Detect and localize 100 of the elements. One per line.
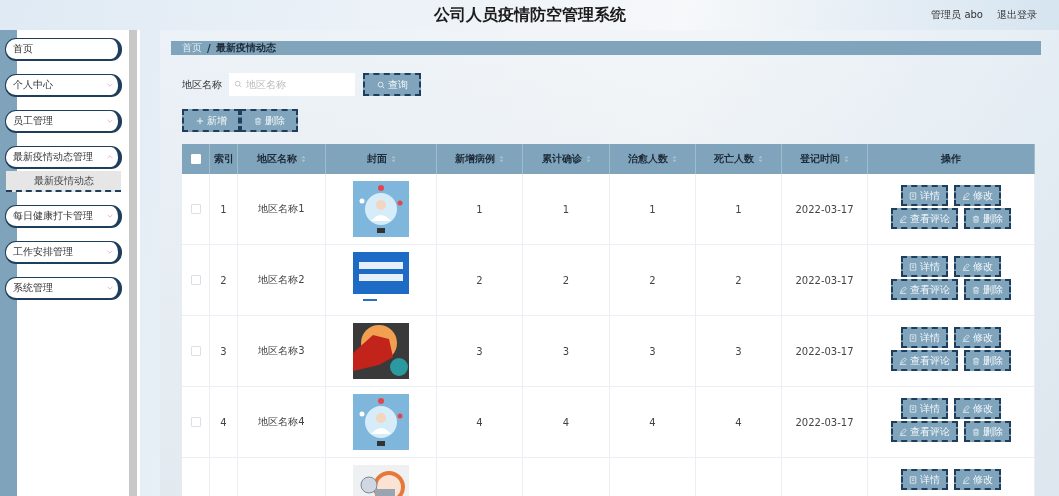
table-cell: 2 xyxy=(476,274,483,286)
action-button[interactable]: 修改 xyxy=(954,185,1001,206)
column-header[interactable]: 地区名称 xyxy=(238,144,326,174)
table-cell: 3 xyxy=(476,345,483,357)
action-button[interactable]: 查看评论 xyxy=(891,208,958,229)
checkbox[interactable] xyxy=(190,417,201,427)
table-cell: 3 xyxy=(220,345,227,357)
trash-icon xyxy=(253,116,262,125)
sort-icon[interactable] xyxy=(390,155,396,163)
column-header[interactable]: 死亡人数 xyxy=(696,144,782,174)
table-cell: 2022-03-17 xyxy=(795,416,854,428)
table-cell: 1 xyxy=(562,203,570,215)
column-header: 索引 xyxy=(210,144,238,174)
submenu-item[interactable]: 最新疫情动态 xyxy=(6,171,121,192)
table-cell: 1 xyxy=(476,203,483,215)
table-cell: 地区名称3 xyxy=(258,344,305,358)
action-button[interactable]: 修改 xyxy=(954,469,1001,490)
scrollbar[interactable] xyxy=(129,30,137,496)
action-button[interactable]: 详情 xyxy=(901,398,948,419)
sidebar-item[interactable]: 个人中心 xyxy=(5,74,122,97)
delete-button[interactable]: 删除 xyxy=(240,109,298,132)
action-button[interactable]: 删除 xyxy=(964,208,1011,229)
action-button[interactable]: 删除 xyxy=(964,421,1011,442)
sort-icon[interactable] xyxy=(844,155,849,163)
table-cell: 地区名称1 xyxy=(258,202,305,216)
action-button[interactable]: 删除 xyxy=(964,279,1011,300)
table-cell: 2 xyxy=(649,274,656,286)
sidebar-item[interactable]: 系统管理 xyxy=(5,277,122,300)
trash-icon xyxy=(972,214,980,223)
pencil-icon xyxy=(899,214,907,223)
sidebar-item[interactable]: 员工管理 xyxy=(5,110,122,133)
action-button[interactable]: 修改 xyxy=(954,398,1001,419)
search-field[interactable]: 地区名称 xyxy=(229,73,355,96)
search-icon xyxy=(234,80,242,88)
pencil-icon xyxy=(899,285,907,294)
checkbox[interactable] xyxy=(190,275,201,285)
document-icon xyxy=(909,262,917,271)
table-cell: 3 xyxy=(649,345,656,357)
pencil-icon xyxy=(962,404,970,413)
table-cell: 3 xyxy=(735,345,742,357)
column-header[interactable]: 新增病例 xyxy=(437,144,523,174)
action-button[interactable]: 修改 xyxy=(954,327,1001,348)
sort-icon[interactable] xyxy=(758,155,763,163)
sidebar-item[interactable]: 最新疫情动态管理 xyxy=(5,146,122,169)
action-button[interactable]: 查看评论 xyxy=(891,421,958,442)
sidebar-item[interactable]: 工作安排管理 xyxy=(5,241,122,264)
column-header[interactable]: 登记时间 xyxy=(782,144,868,174)
pencil-icon xyxy=(962,262,970,271)
column-header: 操作 xyxy=(868,144,1035,174)
column-header[interactable]: 治愈人数 xyxy=(610,144,696,174)
table-cell: 1 xyxy=(220,203,227,215)
column-header[interactable]: 累计确诊 xyxy=(523,144,610,174)
sort-icon[interactable] xyxy=(672,155,677,163)
search-icon xyxy=(376,80,385,89)
sort-icon[interactable] xyxy=(585,155,591,163)
user-name: 管理员 abo xyxy=(931,8,983,22)
table-cell: 2022-03-17 xyxy=(795,203,854,215)
table-cell: 3 xyxy=(562,345,570,357)
action-button[interactable]: 详情 xyxy=(901,327,948,348)
trash-icon xyxy=(972,427,980,436)
document-icon xyxy=(909,475,917,484)
table-cell: 4 xyxy=(220,416,227,428)
table-cell: 4 xyxy=(735,416,742,428)
trash-icon xyxy=(972,356,980,365)
document-icon xyxy=(909,191,917,200)
action-button[interactable]: 查看评论 xyxy=(891,279,958,300)
breadcrumb-item[interactable]: 首页 xyxy=(182,41,202,55)
table-cell: 2022-03-17 xyxy=(795,345,854,357)
trash-icon xyxy=(972,285,980,294)
action-button[interactable]: 删除 xyxy=(964,350,1011,371)
document-icon xyxy=(909,404,917,413)
sidebar-item[interactable]: 首页 xyxy=(5,38,122,61)
action-button[interactable]: 修改 xyxy=(954,256,1001,277)
action-button[interactable]: 查看评论 xyxy=(891,350,958,371)
table-cell: 2022-03-17 xyxy=(795,274,854,286)
table-cell: 2 xyxy=(220,274,227,286)
table-cell: 4 xyxy=(649,416,656,428)
field-label: 地区名称 xyxy=(182,77,222,92)
breadcrumb-item: 最新疫情动态 xyxy=(215,41,276,55)
sort-icon[interactable] xyxy=(499,155,504,163)
action-button[interactable]: 详情 xyxy=(901,469,948,490)
sort-icon[interactable] xyxy=(301,155,306,163)
add-button[interactable]: 新增 xyxy=(182,109,240,132)
search-button[interactable]: 查询 xyxy=(363,73,421,96)
table-cell: 1 xyxy=(735,203,742,215)
checkbox[interactable] xyxy=(190,204,201,214)
column-header[interactable]: 封面 xyxy=(326,144,437,174)
pencil-icon xyxy=(962,475,970,484)
pencil-icon xyxy=(962,191,970,200)
action-button[interactable]: 详情 xyxy=(901,185,948,206)
checkbox[interactable] xyxy=(190,346,201,356)
action-button[interactable]: 详情 xyxy=(901,256,948,277)
logout-link[interactable]: 退出登录 xyxy=(997,8,1037,22)
pencil-icon xyxy=(899,356,907,365)
pencil-icon xyxy=(899,427,907,436)
sidebar-item[interactable]: 每日健康打卡管理 xyxy=(5,205,122,228)
table-cell: 2 xyxy=(735,274,742,286)
table-cell: 4 xyxy=(562,416,570,428)
plus-icon xyxy=(195,116,204,125)
breadcrumb-separator: / xyxy=(207,42,211,54)
